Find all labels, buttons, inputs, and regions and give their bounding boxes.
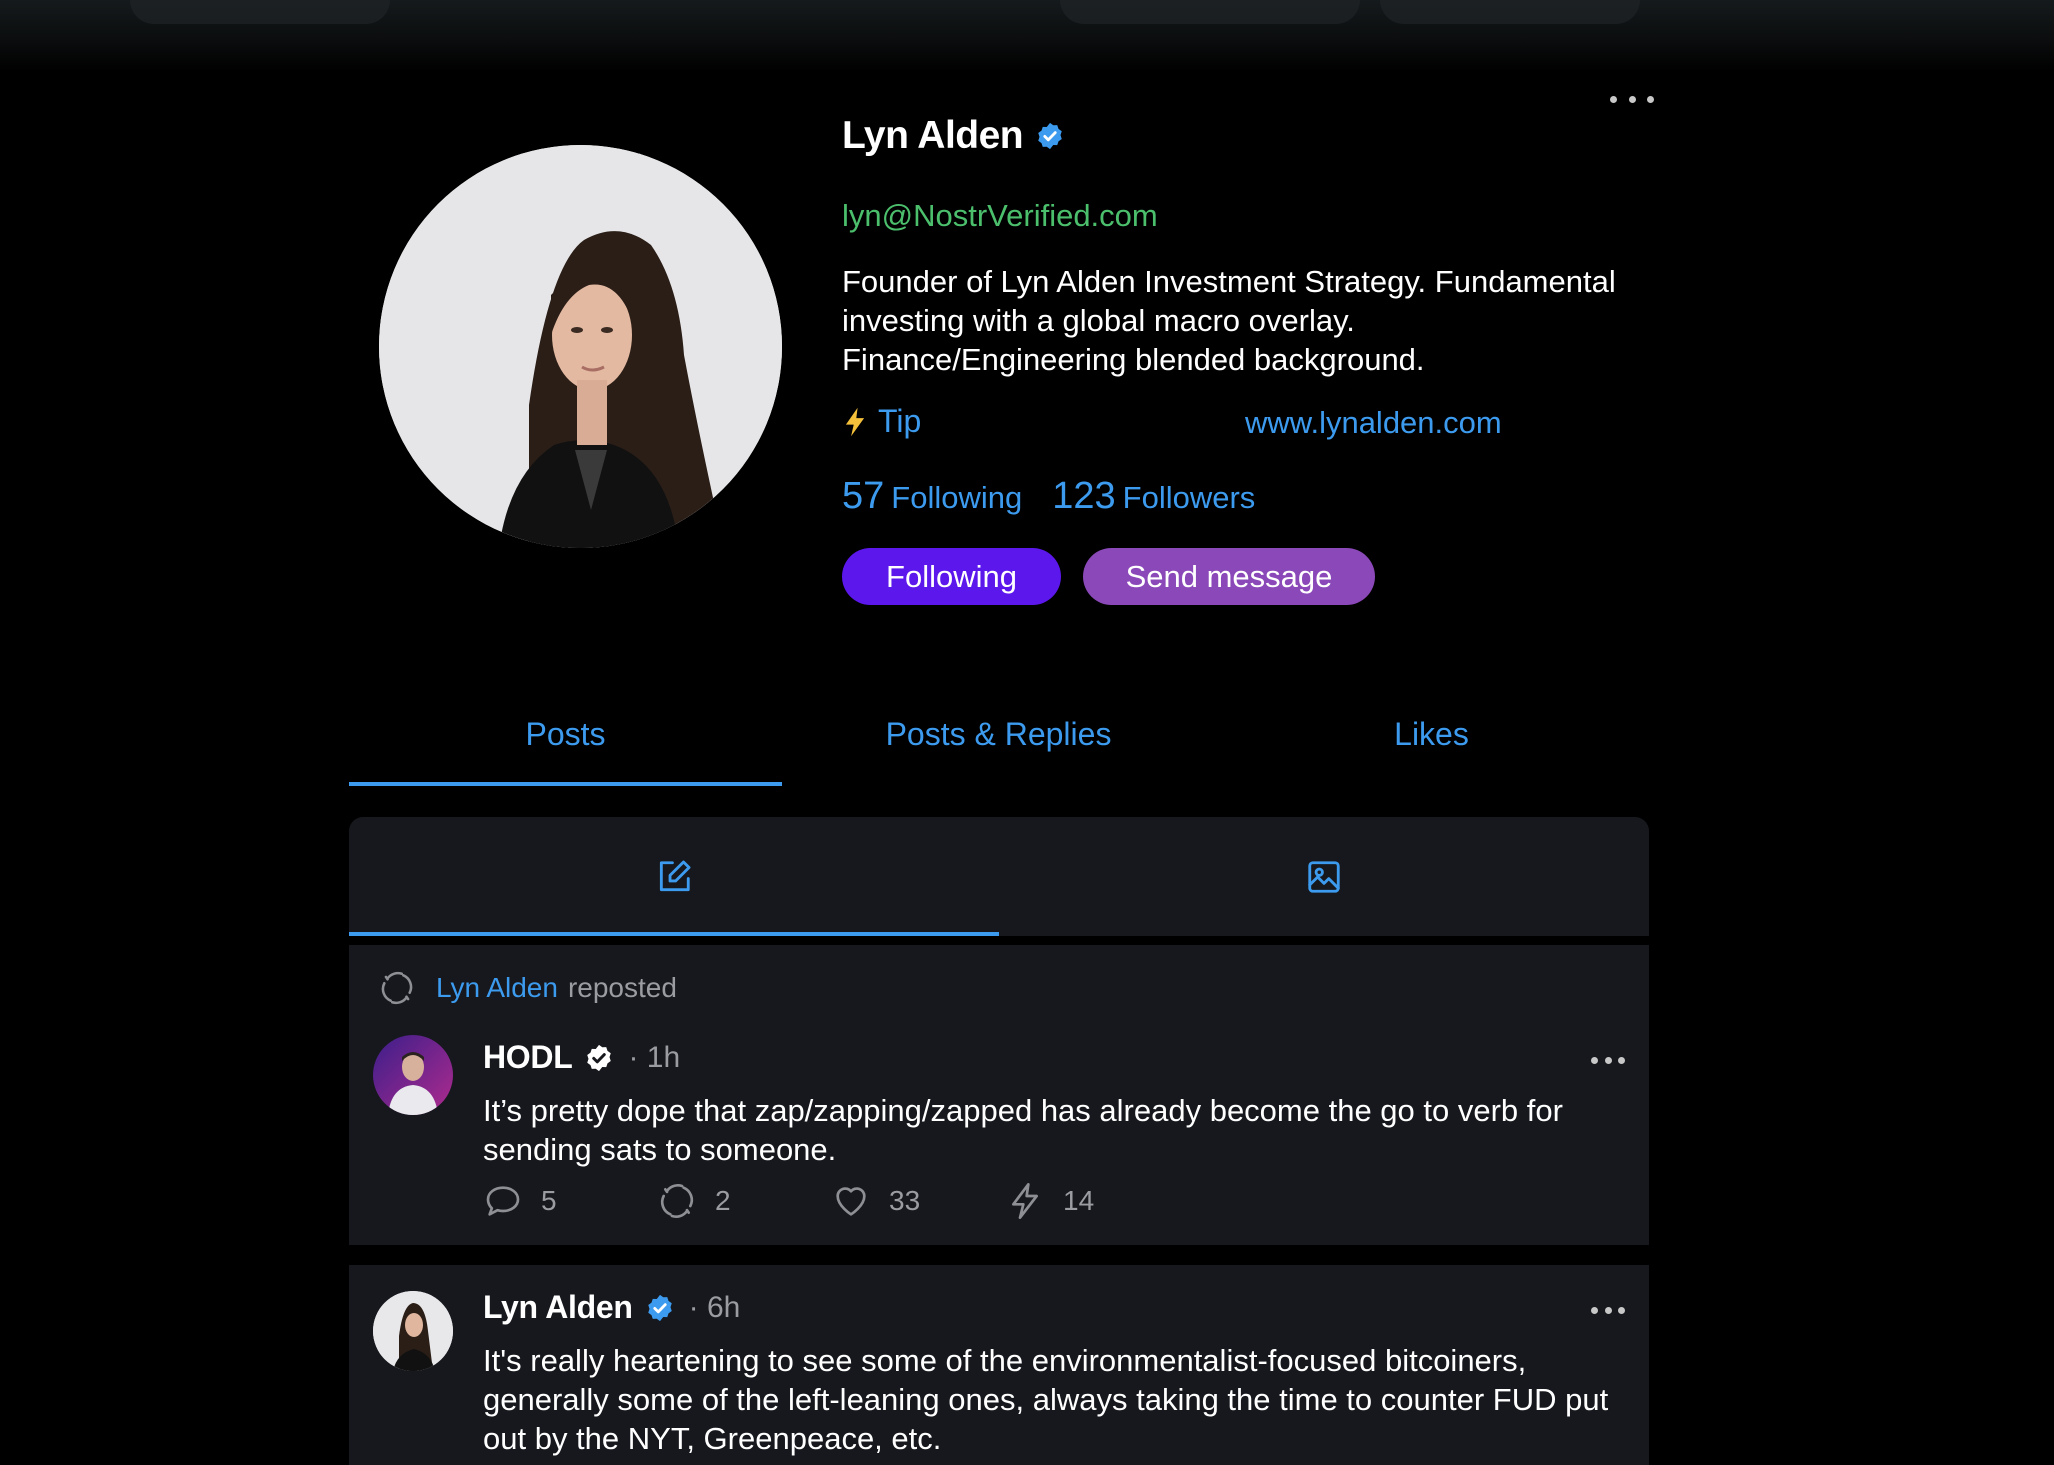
following-button[interactable]: Following [842, 548, 1061, 605]
profile-avatar [379, 145, 782, 548]
avatar[interactable] [373, 1035, 453, 1115]
verified-badge-icon [1038, 122, 1062, 150]
send-message-button[interactable]: Send message [1083, 548, 1375, 605]
repost-label: reposted [567, 972, 677, 1003]
repost-count: 2 [715, 1185, 731, 1216]
like-button[interactable]: 33 [831, 1181, 1005, 1221]
post-time-value: 1h [646, 1040, 681, 1074]
feed: Lyn Alden reposted HODL · 1h It’s pretty… [349, 817, 1649, 1465]
post-header: HODL · 1h [483, 1039, 680, 1076]
profile-info: Lyn Alden lyn@NostrVerified.com Founder … [842, 108, 1642, 605]
followers-count: 123 [1052, 475, 1116, 517]
repost-icon [381, 971, 413, 1005]
following-count: 57 [842, 475, 885, 517]
profile-tabs: Posts Posts & Replies Likes [349, 686, 1649, 786]
like-count: 33 [889, 1185, 921, 1216]
post-time-value: 6h [706, 1290, 741, 1324]
following-stat[interactable]: 57 Following [842, 475, 1022, 518]
lightning-icon [845, 407, 865, 436]
post-content: It’s pretty dope that zap/zapping/zapped… [483, 1093, 1563, 1167]
followers-stat[interactable]: 123 Followers [1052, 475, 1255, 518]
reply-button[interactable]: 5 [483, 1181, 657, 1221]
tip-label: Tip [878, 403, 922, 439]
feed-filter-tabs [349, 817, 1649, 936]
tip-button[interactable]: Tip [842, 403, 921, 440]
verified-badge-icon [647, 1294, 672, 1321]
repost-icon [660, 1184, 694, 1218]
feed-tab-notes[interactable] [349, 817, 999, 936]
post-more-options-icon[interactable] [1591, 1303, 1625, 1317]
post-item[interactable]: Lyn Alden reposted HODL · 1h It’s pretty… [349, 945, 1649, 1245]
tab-likes[interactable]: Likes [1215, 686, 1648, 786]
reply-count: 5 [541, 1185, 557, 1216]
avatar[interactable] [373, 1291, 453, 1371]
post-item[interactable]: Lyn Alden · 6h It's really heartening to… [349, 1265, 1649, 1465]
tab-posts-replies[interactable]: Posts & Replies [782, 686, 1215, 786]
nip05-identifier: lyn@NostrVerified.com [842, 198, 1158, 233]
repost-indicator: Lyn Alden reposted [378, 969, 677, 1007]
website-link[interactable]: www.lynalden.com [1245, 405, 1502, 441]
post-time: · 6h [688, 1290, 741, 1324]
post-header: Lyn Alden · 6h [483, 1289, 740, 1326]
reply-icon [486, 1186, 520, 1216]
repost-button[interactable]: 2 [657, 1181, 831, 1221]
follow-stats: 57 Following 123 Followers [842, 475, 1642, 518]
zap-icon [1012, 1183, 1038, 1219]
heart-icon [836, 1187, 866, 1216]
following-label: Following [891, 480, 1023, 515]
image-icon [1308, 860, 1340, 893]
post-author-name[interactable]: HODL [483, 1039, 573, 1076]
profile-bio: Founder of Lyn Alden Investment Strategy… [842, 264, 1616, 377]
feed-tab-media[interactable] [999, 817, 1649, 936]
followers-label: Followers [1122, 480, 1256, 515]
post-actions: 5 2 33 14 [483, 1181, 1179, 1221]
post-more-options-icon[interactable] [1591, 1053, 1625, 1067]
profile-banner [0, 0, 2054, 72]
zap-button[interactable]: 14 [1005, 1181, 1179, 1221]
post-time: · 1h [628, 1040, 681, 1074]
post-content: It's really heartening to see some of th… [483, 1343, 1609, 1456]
zap-count: 14 [1063, 1185, 1095, 1216]
post-author-name[interactable]: Lyn Alden [483, 1289, 633, 1326]
tab-posts[interactable]: Posts [349, 686, 782, 786]
profile-name: Lyn Alden [842, 114, 1024, 157]
repost-author-link[interactable]: Lyn Alden [436, 972, 558, 1004]
edit-note-icon [659, 860, 691, 891]
verified-check-icon [587, 1044, 612, 1071]
